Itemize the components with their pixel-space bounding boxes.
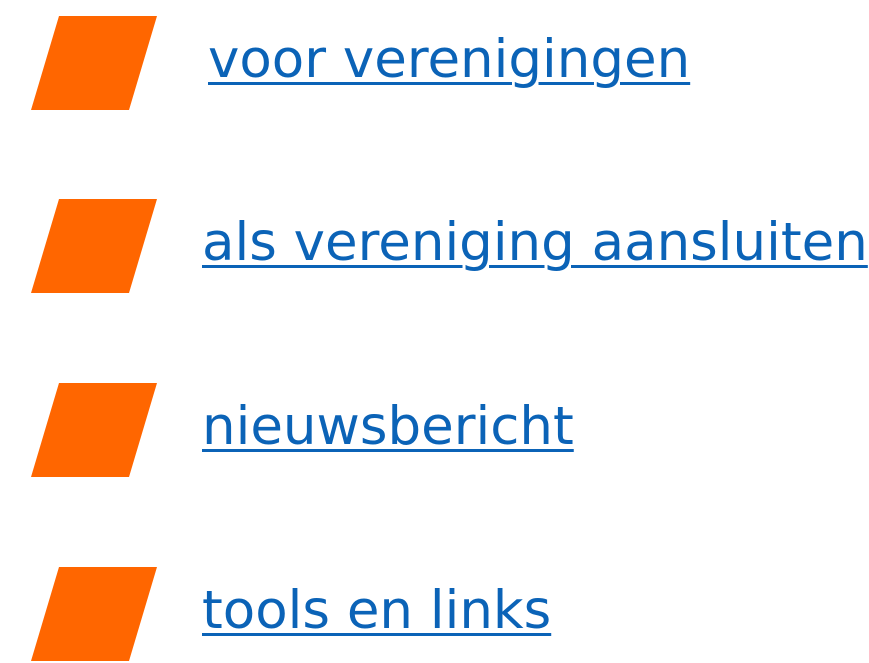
parallelogram-bullet-icon [31, 16, 157, 110]
parallelogram-bullet-icon [31, 567, 157, 661]
link-tools-en-links[interactable]: tools en links [202, 575, 551, 647]
link-als-vereniging-aansluiten[interactable]: als vereniging aansluiten [202, 207, 868, 279]
parallelogram-bullet-icon [31, 383, 157, 477]
list-item: als vereniging aansluiten [0, 199, 869, 295]
link-voor-verenigingen[interactable]: voor verenigingen [208, 24, 690, 96]
list-item: voor verenigingen [0, 16, 869, 112]
parallelogram-bullet-icon [31, 199, 157, 293]
link-list: voor verenigingen als vereniging aanslui… [0, 0, 869, 661]
list-item: tools en links [0, 567, 869, 663]
link-nieuwsbericht[interactable]: nieuwsbericht [202, 391, 574, 463]
list-item: nieuwsbericht [0, 383, 869, 479]
